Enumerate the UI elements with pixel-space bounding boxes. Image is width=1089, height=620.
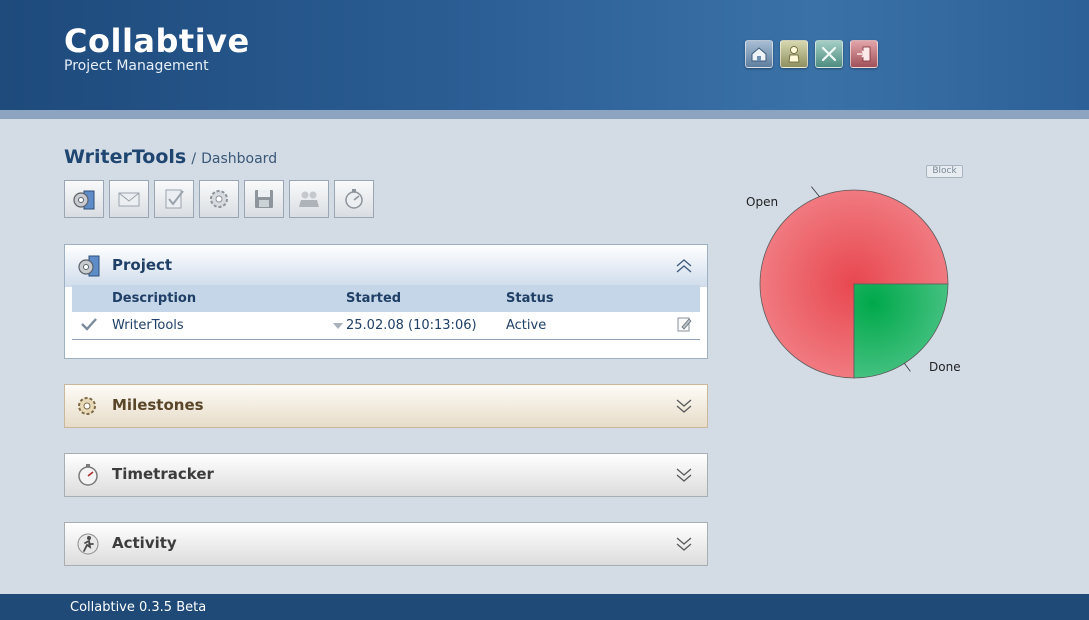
logout-icon[interactable] (850, 40, 878, 68)
expand-icon[interactable] (675, 468, 693, 482)
milestones-panel-title: Milestones (112, 396, 204, 414)
column-status: Status (506, 285, 670, 312)
expand-icon[interactable] (675, 537, 693, 551)
app-subtitle: Project Management (64, 58, 209, 74)
breadcrumb-separator: / (191, 151, 197, 167)
task-status-pie-chart: Open Done (746, 186, 961, 379)
home-icon[interactable] (745, 40, 773, 68)
footer-version: Collabtive 0.3.5 Beta (70, 600, 207, 615)
project-panel-title: Project (112, 256, 173, 274)
breadcrumb-project[interactable]: WriterTools (64, 146, 186, 168)
users-icon[interactable] (289, 180, 329, 218)
breadcrumb: WriterTools / Dashboard (64, 146, 277, 168)
header-divider (0, 110, 1089, 119)
checkmark-icon[interactable] (80, 317, 98, 331)
footer: Collabtive 0.3.5 Beta (0, 594, 1089, 620)
activity-panel[interactable]: Activity (64, 522, 708, 566)
collapse-icon[interactable] (675, 259, 693, 273)
activity-icon (77, 533, 99, 555)
pie-label-open: Open (746, 195, 778, 209)
checkmark-cell[interactable] (72, 312, 112, 340)
expand-icon[interactable] (675, 399, 693, 413)
milestones-icon[interactable] (199, 180, 239, 218)
messages-icon[interactable] (109, 180, 149, 218)
activity-panel-title: Activity (112, 534, 177, 552)
column-started: Started (346, 285, 506, 312)
project-panel-header[interactable]: Project (65, 245, 707, 287)
timetracker-panel-title: Timetracker (112, 465, 214, 483)
pie-label-done: Done (929, 360, 961, 374)
pie-leader-open (811, 186, 820, 197)
header: Collabtive Project Management (0, 0, 1089, 110)
timetracker-panel[interactable]: Timetracker (64, 453, 708, 497)
files-icon[interactable] (244, 180, 284, 218)
milestones-icon (78, 397, 96, 415)
edit-icon[interactable] (676, 316, 692, 332)
breadcrumb-page: Dashboard (201, 151, 278, 167)
expand-arrow-icon[interactable] (332, 322, 344, 330)
project-started: 25.02.08 (10:13:06) (346, 312, 506, 340)
stopwatch-icon (78, 464, 98, 486)
column-description: Description (112, 285, 346, 312)
table-row: WriterTools 25.02.08 (10:13:06) Active (72, 312, 700, 340)
milestones-panel[interactable]: Milestones (64, 384, 708, 428)
project-toolbar (64, 180, 374, 218)
timetracker-icon[interactable] (334, 180, 374, 218)
admin-icon[interactable] (815, 40, 843, 68)
project-icon (78, 255, 100, 277)
project-status: Active (506, 312, 670, 340)
project-description-link[interactable]: WriterTools (112, 318, 184, 333)
tasks-icon[interactable] (154, 180, 194, 218)
project-settings-icon[interactable] (64, 180, 104, 218)
table-header-row: Description Started Status (72, 285, 700, 312)
project-table: Description Started Status WriterTools 2… (72, 285, 700, 340)
top-navigation (745, 40, 878, 68)
app-title: Collabtive (64, 22, 250, 60)
user-icon[interactable] (780, 40, 808, 68)
project-panel: Project Description Started Status Write… (64, 244, 708, 359)
pie-leader-done (904, 363, 911, 372)
